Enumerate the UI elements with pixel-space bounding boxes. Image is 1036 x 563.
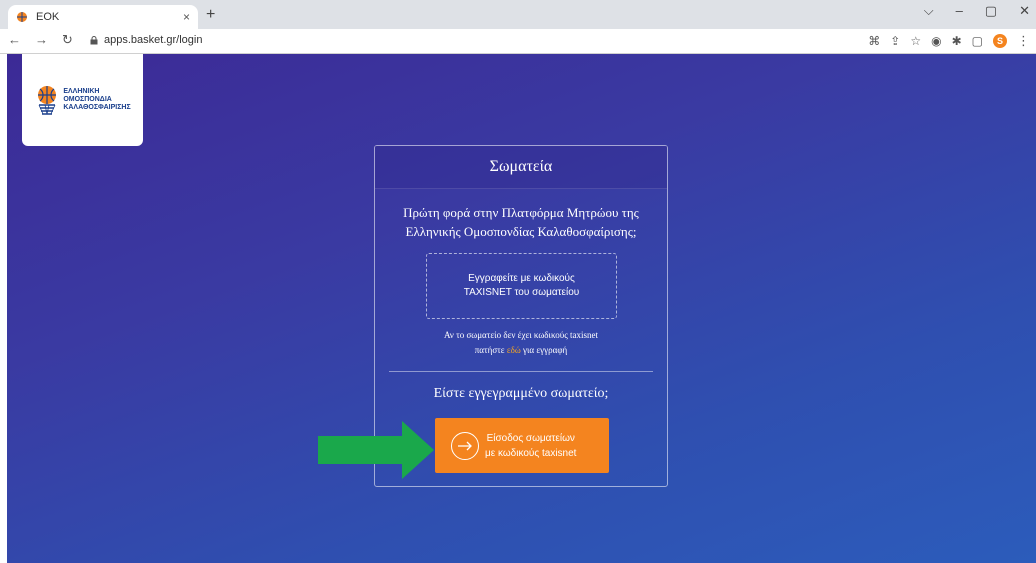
extension-icon[interactable]: ◉	[931, 34, 941, 48]
address-bar: ← → ↻ apps.basket.gr/login ⌘ ⇪ ☆ ◉ ✱ ▢ S…	[0, 29, 1036, 54]
arrow-right-circle-icon	[451, 431, 479, 460]
tab-title: EOK	[36, 11, 60, 23]
page-background: ΕΛΛΗΝΙΚΗ ΟΜΟΣΠΟΝΔΙΑ ΚΑΛΑΘΟΣΦΑΙΡΙΣΗΣ Σωμα…	[7, 54, 1036, 563]
basketball-logo-icon	[38, 86, 57, 115]
annotation-arrow-icon	[318, 421, 434, 479]
url-field[interactable]: apps.basket.gr/login	[90, 34, 202, 46]
bookmark-star-icon[interactable]: ☆	[910, 34, 921, 48]
registered-club-question: Είστε εγγεγραμμένο σωματείο;	[433, 386, 609, 401]
maximize-button[interactable]: ▢	[985, 3, 997, 19]
new-tab-button[interactable]: +	[206, 5, 215, 25]
taxisnet-register-button[interactable]: Εγγραφείτε με κωδικούς TAXISNET του σωμα…	[426, 253, 617, 319]
divider	[389, 371, 653, 372]
register-line2: TAXISNET του σωματείου	[463, 287, 580, 298]
toolbar-icons: ⌘ ⇪ ☆ ◉ ✱ ▢ S ⋮	[868, 33, 1030, 49]
window-controls: ⌵ – ▢ ✕	[924, 3, 1030, 19]
card-title: Σωματεία	[489, 158, 553, 175]
close-window-button[interactable]: ✕	[1019, 3, 1030, 19]
back-arrow-icon[interactable]: ←	[8, 32, 21, 48]
federation-logo[interactable]: ΕΛΛΗΝΙΚΗ ΟΜΟΣΠΟΝΔΙΑ ΚΑΛΑΘΟΣΦΑΙΡΙΣΗΣ	[22, 54, 143, 146]
forward-arrow-icon[interactable]: →	[35, 32, 48, 48]
lock-icon	[90, 35, 98, 44]
club-login-button[interactable]: Είσοδος σωματείων με κωδικούς taxisnet	[435, 418, 609, 473]
register-here-link[interactable]: εδώ	[507, 345, 521, 355]
no-taxisnet-note: Αν το σωματείο δεν έχει κωδικούς taxisne…	[443, 330, 599, 355]
side-panel-icon[interactable]: ▢	[972, 34, 983, 48]
basketball-favicon-icon	[16, 11, 28, 23]
minimize-button[interactable]: –	[956, 3, 963, 19]
login-line2: με κωδικούς taxisnet	[485, 447, 577, 459]
nav-buttons: ← → ↻	[8, 32, 73, 48]
tab-close-icon[interactable]: ×	[183, 10, 190, 24]
card-header: Σωματεία	[375, 146, 667, 189]
tab-search-icon[interactable]: ⌵	[924, 3, 934, 19]
puzzle-extensions-icon[interactable]: ✱	[952, 34, 962, 48]
kebab-menu-icon[interactable]: ⋮	[1017, 33, 1030, 49]
browser-tab[interactable]: EOK ×	[8, 5, 198, 29]
url-text: apps.basket.gr/login	[104, 34, 203, 46]
login-line1: Είσοδος σωματείων	[486, 432, 575, 444]
register-line1: Εγγραφείτε με κωδικούς	[468, 273, 575, 284]
reload-icon[interactable]: ↻	[62, 32, 73, 48]
logo-text: ΕΛΛΗΝΙΚΗ ΟΜΟΣΠΟΝΔΙΑ ΚΑΛΑΘΟΣΦΑΙΡΙΣΗΣ	[63, 88, 131, 111]
translate-icon[interactable]: ⌘	[868, 34, 880, 48]
profile-avatar[interactable]: S	[993, 34, 1007, 48]
first-time-question: Πρώτη φορά στην Πλατφόρμα Μητρώου της Ελ…	[403, 205, 639, 239]
share-icon[interactable]: ⇪	[890, 34, 900, 48]
browser-tab-bar: EOK × + ⌵ – ▢ ✕	[0, 0, 1036, 29]
